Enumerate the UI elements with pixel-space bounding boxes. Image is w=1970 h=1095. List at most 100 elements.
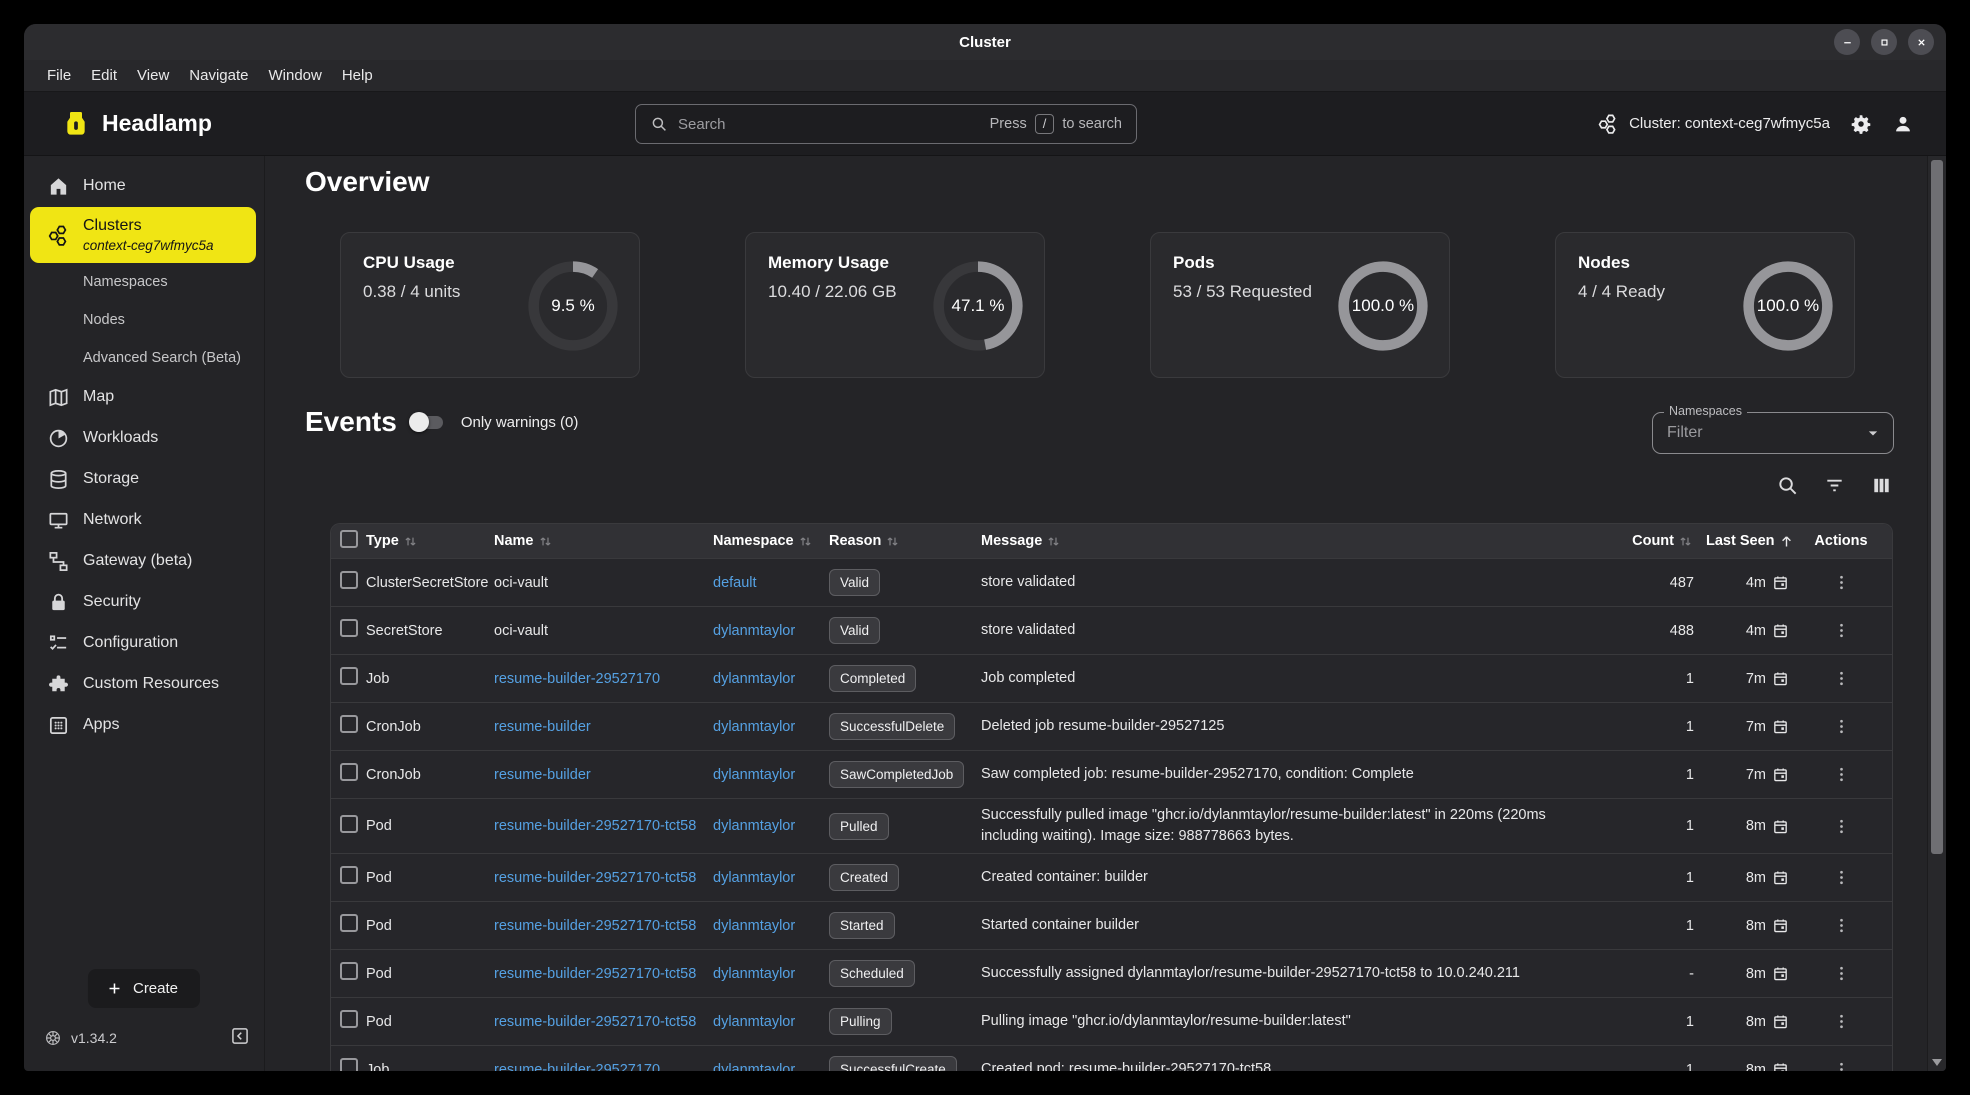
event-name-link[interactable]: resume-builder-29527170-tct58 (494, 818, 696, 834)
sidebar-item-home[interactable]: Home (30, 166, 256, 207)
row-checkbox[interactable] (340, 815, 358, 833)
column-header-namespace[interactable]: Namespace (713, 533, 829, 550)
column-header-name[interactable]: Name (494, 533, 713, 550)
table-row[interactable]: SecretStore oci-vault dylanmtaylor Valid… (331, 606, 1892, 654)
scrollbar-thumb[interactable] (1931, 160, 1943, 854)
table-row[interactable]: CronJob resume-builder dylanmtaylor Succ… (331, 702, 1892, 750)
row-checkbox[interactable] (340, 667, 358, 685)
row-actions-menu-icon[interactable] (1832, 964, 1851, 983)
event-namespace-link[interactable]: dylanmtaylor (713, 719, 795, 735)
row-actions-menu-icon[interactable] (1832, 868, 1851, 887)
menu-item-edit[interactable]: Edit (82, 64, 126, 87)
column-header-count[interactable]: Count (1596, 533, 1696, 550)
table-row[interactable]: Pod resume-builder-29527170-tct58 dylanm… (331, 949, 1892, 997)
row-checkbox[interactable] (340, 763, 358, 781)
row-checkbox[interactable] (340, 1010, 358, 1028)
menu-item-help[interactable]: Help (333, 64, 382, 87)
close-button[interactable] (1908, 29, 1934, 55)
event-namespace-link[interactable]: dylanmtaylor (713, 966, 795, 982)
row-actions-menu-icon[interactable] (1832, 621, 1851, 640)
maximize-button[interactable] (1871, 29, 1897, 55)
event-name-link[interactable]: resume-builder-29527170-tct58 (494, 1014, 696, 1030)
sidebar-item-configuration[interactable]: Configuration (30, 623, 256, 664)
row-actions-menu-icon[interactable] (1832, 817, 1851, 836)
row-actions-menu-icon[interactable] (1832, 573, 1851, 592)
settings-button[interactable] (1850, 113, 1872, 135)
menu-item-navigate[interactable]: Navigate (180, 64, 257, 87)
event-namespace-link[interactable]: dylanmtaylor (713, 870, 795, 886)
event-name-link[interactable]: resume-builder-29527170-tct58 (494, 870, 696, 886)
sidebar-item-custom-resources[interactable]: Custom Resources (30, 664, 256, 705)
column-header-message[interactable]: Message (981, 533, 1596, 550)
row-actions-menu-icon[interactable] (1832, 1060, 1851, 1071)
row-actions-menu-icon[interactable] (1832, 916, 1851, 935)
event-namespace-link[interactable]: dylanmtaylor (713, 671, 795, 687)
column-header-reason[interactable]: Reason (829, 533, 981, 550)
event-namespace-link[interactable]: default (713, 575, 757, 591)
table-row[interactable]: CronJob resume-builder dylanmtaylor SawC… (331, 750, 1892, 798)
row-checkbox[interactable] (340, 1058, 358, 1071)
table-row[interactable]: Pod resume-builder-29527170-tct58 dylanm… (331, 798, 1892, 853)
event-namespace-link[interactable]: dylanmtaylor (713, 623, 795, 639)
menu-item-view[interactable]: View (128, 64, 178, 87)
table-row[interactable]: ClusterSecretStore oci-vault default Val… (331, 558, 1892, 606)
event-namespace-link[interactable]: dylanmtaylor (713, 918, 795, 934)
event-name-link[interactable]: resume-builder-29527170-tct58 (494, 966, 696, 982)
sidebar-item-security[interactable]: Security (30, 582, 256, 623)
sidebar-item-namespaces[interactable]: Namespaces (30, 263, 256, 301)
select-all-checkbox[interactable] (340, 530, 358, 548)
table-filter-button[interactable] (1823, 474, 1846, 497)
row-actions-menu-icon[interactable] (1832, 669, 1851, 688)
row-checkbox[interactable] (340, 619, 358, 637)
row-actions-menu-icon[interactable] (1832, 717, 1851, 736)
menu-item-file[interactable]: File (38, 64, 80, 87)
event-namespace-link[interactable]: dylanmtaylor (713, 1014, 795, 1030)
row-checkbox[interactable] (340, 914, 358, 932)
event-namespace-link[interactable]: dylanmtaylor (713, 1062, 795, 1071)
event-name-link[interactable]: oci-vault (494, 623, 548, 639)
sidebar-item-advanced-search-beta[interactable]: Advanced Search (Beta) (30, 339, 256, 377)
column-header-type[interactable]: Type (366, 533, 494, 550)
event-name-link[interactable]: resume-builder (494, 767, 591, 783)
table-search-button[interactable] (1776, 474, 1799, 497)
row-checkbox[interactable] (340, 962, 358, 980)
row-checkbox[interactable] (340, 715, 358, 733)
sidebar-item-storage[interactable]: Storage (30, 459, 256, 500)
sidebar-item-workloads[interactable]: Workloads (30, 418, 256, 459)
sidebar-collapse-button[interactable] (230, 1026, 250, 1049)
row-checkbox[interactable] (340, 571, 358, 589)
row-actions-menu-icon[interactable] (1832, 765, 1851, 784)
only-warnings-toggle[interactable] (409, 412, 445, 432)
cluster-selector[interactable]: Cluster: context-ceg7wfmyc5a (1597, 113, 1830, 135)
menu-item-window[interactable]: Window (259, 64, 330, 87)
scrollbar-down-arrow[interactable] (1932, 1059, 1942, 1066)
create-button[interactable]: Create (88, 969, 200, 1008)
table-row[interactable]: Pod resume-builder-29527170-tct58 dylanm… (331, 901, 1892, 949)
event-name-link[interactable]: resume-builder-29527170 (494, 1062, 660, 1071)
namespace-filter-select[interactable]: Namespaces Filter (1652, 412, 1894, 454)
table-columns-button[interactable] (1870, 474, 1893, 497)
row-actions-menu-icon[interactable] (1832, 1012, 1851, 1031)
sidebar-item-map[interactable]: Map (30, 377, 256, 418)
row-checkbox[interactable] (340, 866, 358, 884)
table-row[interactable]: Job resume-builder-29527170 dylanmtaylor… (331, 654, 1892, 702)
column-header-last-seen[interactable]: Last Seen (1696, 533, 1801, 550)
table-row[interactable]: Pod resume-builder-29527170-tct58 dylanm… (331, 997, 1892, 1045)
event-namespace-link[interactable]: dylanmtaylor (713, 818, 795, 834)
search-input[interactable]: Search Press / to search (635, 104, 1137, 144)
sidebar-item-clusters[interactable]: Clusters context-ceg7wfmyc5a (30, 207, 256, 263)
sidebar-item-gateway-beta[interactable]: Gateway (beta) (30, 541, 256, 582)
vertical-scrollbar[interactable] (1927, 156, 1946, 1071)
table-row[interactable]: Pod resume-builder-29527170-tct58 dylanm… (331, 853, 1892, 901)
sidebar-item-nodes[interactable]: Nodes (30, 301, 256, 339)
sidebar-item-apps[interactable]: Apps (30, 705, 256, 746)
table-row[interactable]: Job resume-builder-29527170 dylanmtaylor… (331, 1045, 1892, 1071)
event-name-link[interactable]: resume-builder (494, 719, 591, 735)
event-name-link[interactable]: resume-builder-29527170 (494, 671, 660, 687)
event-namespace-link[interactable]: dylanmtaylor (713, 767, 795, 783)
event-name-link[interactable]: resume-builder-29527170-tct58 (494, 918, 696, 934)
app-logo[interactable]: Headlamp (60, 108, 212, 140)
minimize-button[interactable] (1834, 29, 1860, 55)
user-button[interactable] (1892, 113, 1914, 135)
sidebar-item-network[interactable]: Network (30, 500, 256, 541)
